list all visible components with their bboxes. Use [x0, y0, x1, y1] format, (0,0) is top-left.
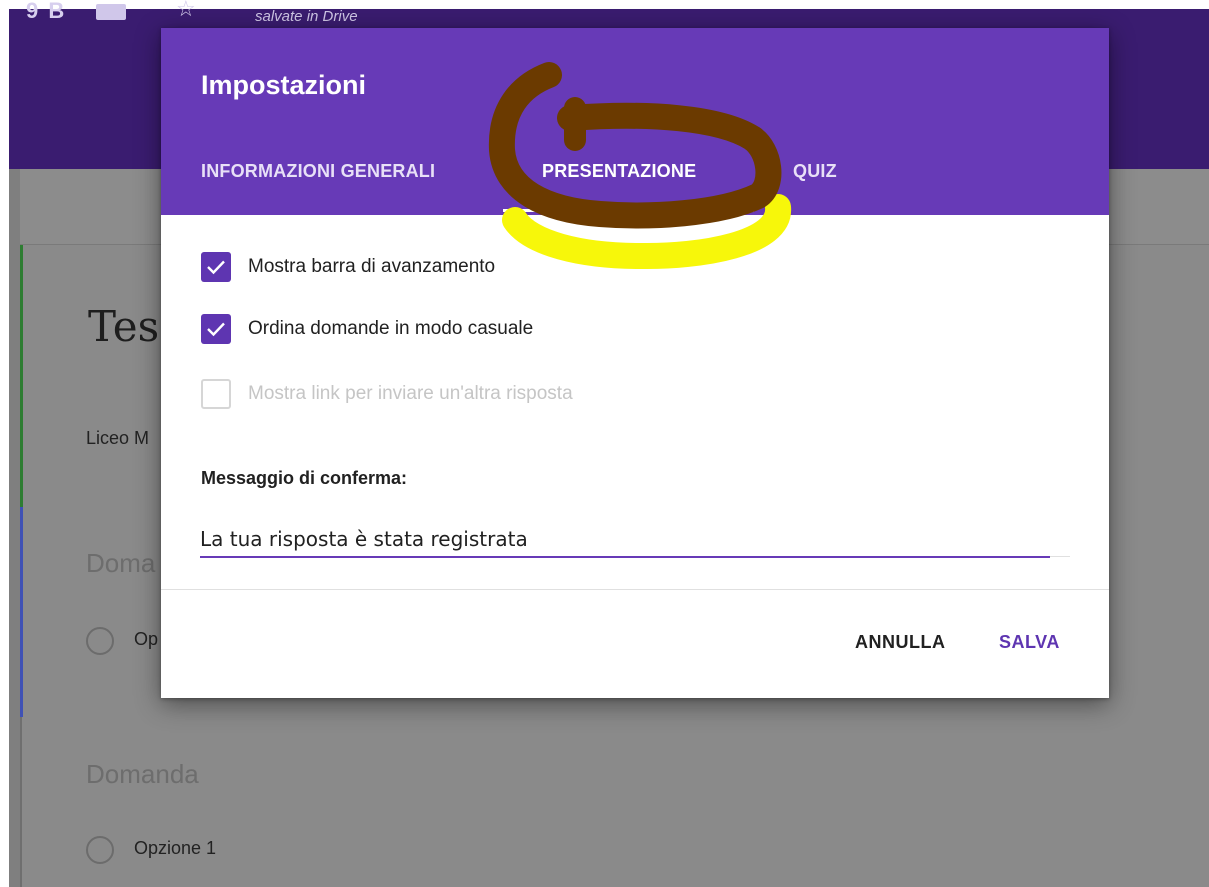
- tab-active-indicator: [503, 209, 754, 212]
- confirmation-message-label: Messaggio di conferma:: [201, 468, 408, 488]
- option-shuffle-questions[interactable]: Ordina domande in modo casuale: [201, 312, 533, 346]
- star-icon: ☆: [176, 0, 196, 21]
- option-label: Mostra link per inviare un'altra rispost…: [248, 383, 573, 404]
- question-title: Domanda: [86, 759, 199, 789]
- confirmation-message-input[interactable]: [200, 522, 1050, 558]
- option-label: Ordina domande in modo casuale: [248, 318, 534, 339]
- checkbox-unchecked-icon: [201, 379, 231, 409]
- question-title: Doma: [86, 548, 156, 578]
- option-submit-another-link: Mostra link per inviare un'altra rispost…: [201, 377, 573, 411]
- checkbox-checked-icon[interactable]: [201, 252, 231, 282]
- radio-icon: [86, 836, 114, 864]
- option-label: Opzione 1: [134, 838, 217, 858]
- option-label: Op: [134, 629, 159, 649]
- section-indicator-green: [20, 245, 23, 507]
- dialog-title: Impostazioni: [201, 70, 367, 100]
- section-indicator-gray: [20, 717, 22, 887]
- checkbox-checked-icon[interactable]: [201, 314, 231, 344]
- tab-quiz[interactable]: QUIZ: [793, 161, 837, 182]
- save-status: salvate in Drive: [255, 8, 358, 25]
- tab-general-info[interactable]: INFORMAZIONI GENERALI: [201, 161, 435, 182]
- save-button[interactable]: SALVA: [999, 632, 1060, 653]
- dialog-header: Impostazioni INFORMAZIONI GENERALI PRESE…: [161, 28, 1109, 215]
- input-underline: [1050, 556, 1070, 557]
- folder-icon: [96, 4, 126, 20]
- form-description: Liceo M: [86, 428, 150, 448]
- dialog-divider: [161, 589, 1109, 590]
- section-indicator-blue: [20, 507, 23, 717]
- option-label: Mostra barra di avanzamento: [248, 256, 496, 277]
- cancel-button[interactable]: ANNULLA: [855, 632, 946, 653]
- form-number: 9 B: [26, 0, 67, 23]
- tab-presentation[interactable]: PRESENTAZIONE: [542, 161, 696, 182]
- form-title: Tes: [88, 302, 160, 351]
- option-progress-bar[interactable]: Mostra barra di avanzamento: [201, 250, 495, 284]
- radio-icon: [86, 627, 114, 655]
- settings-dialog: Impostazioni INFORMAZIONI GENERALI PRESE…: [161, 28, 1109, 698]
